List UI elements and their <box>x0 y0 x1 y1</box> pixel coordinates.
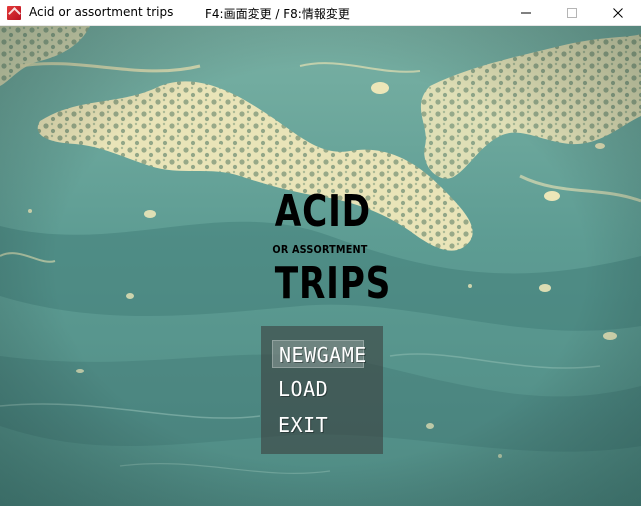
close-icon <box>613 7 623 18</box>
menu-item-exit[interactable]: EXIT <box>272 411 364 439</box>
minimize-icon <box>521 12 531 13</box>
logo-title-acid: ACID <box>274 186 371 237</box>
logo-title-trips: TRIPS <box>274 258 392 309</box>
minimize-button[interactable] <box>503 0 549 25</box>
title-menu: NEWGAME LOAD EXIT <box>261 326 383 454</box>
window-titlebar[interactable]: Acid or assortment trips F4:画面変更 / F8:情報… <box>0 0 641 26</box>
game-logo: ACID OR ASSORTMENT TRIPS <box>262 184 392 309</box>
menu-item-newgame[interactable]: NEWGAME <box>272 340 366 368</box>
app-icon <box>7 6 21 20</box>
menu-item-load[interactable]: LOAD <box>272 375 364 403</box>
key-hint-text: F4:画面変更 / F8:情報変更 <box>205 7 350 21</box>
maximize-icon <box>567 7 577 18</box>
close-button[interactable] <box>595 0 641 25</box>
logo-subtitle: OR ASSORTMENT <box>272 243 368 256</box>
window-title: Acid or assortment trips <box>29 5 174 19</box>
maximize-button[interactable] <box>549 0 595 25</box>
game-title-screen[interactable]: ACID OR ASSORTMENT TRIPS NEWGAME LOAD EX… <box>0 26 641 506</box>
